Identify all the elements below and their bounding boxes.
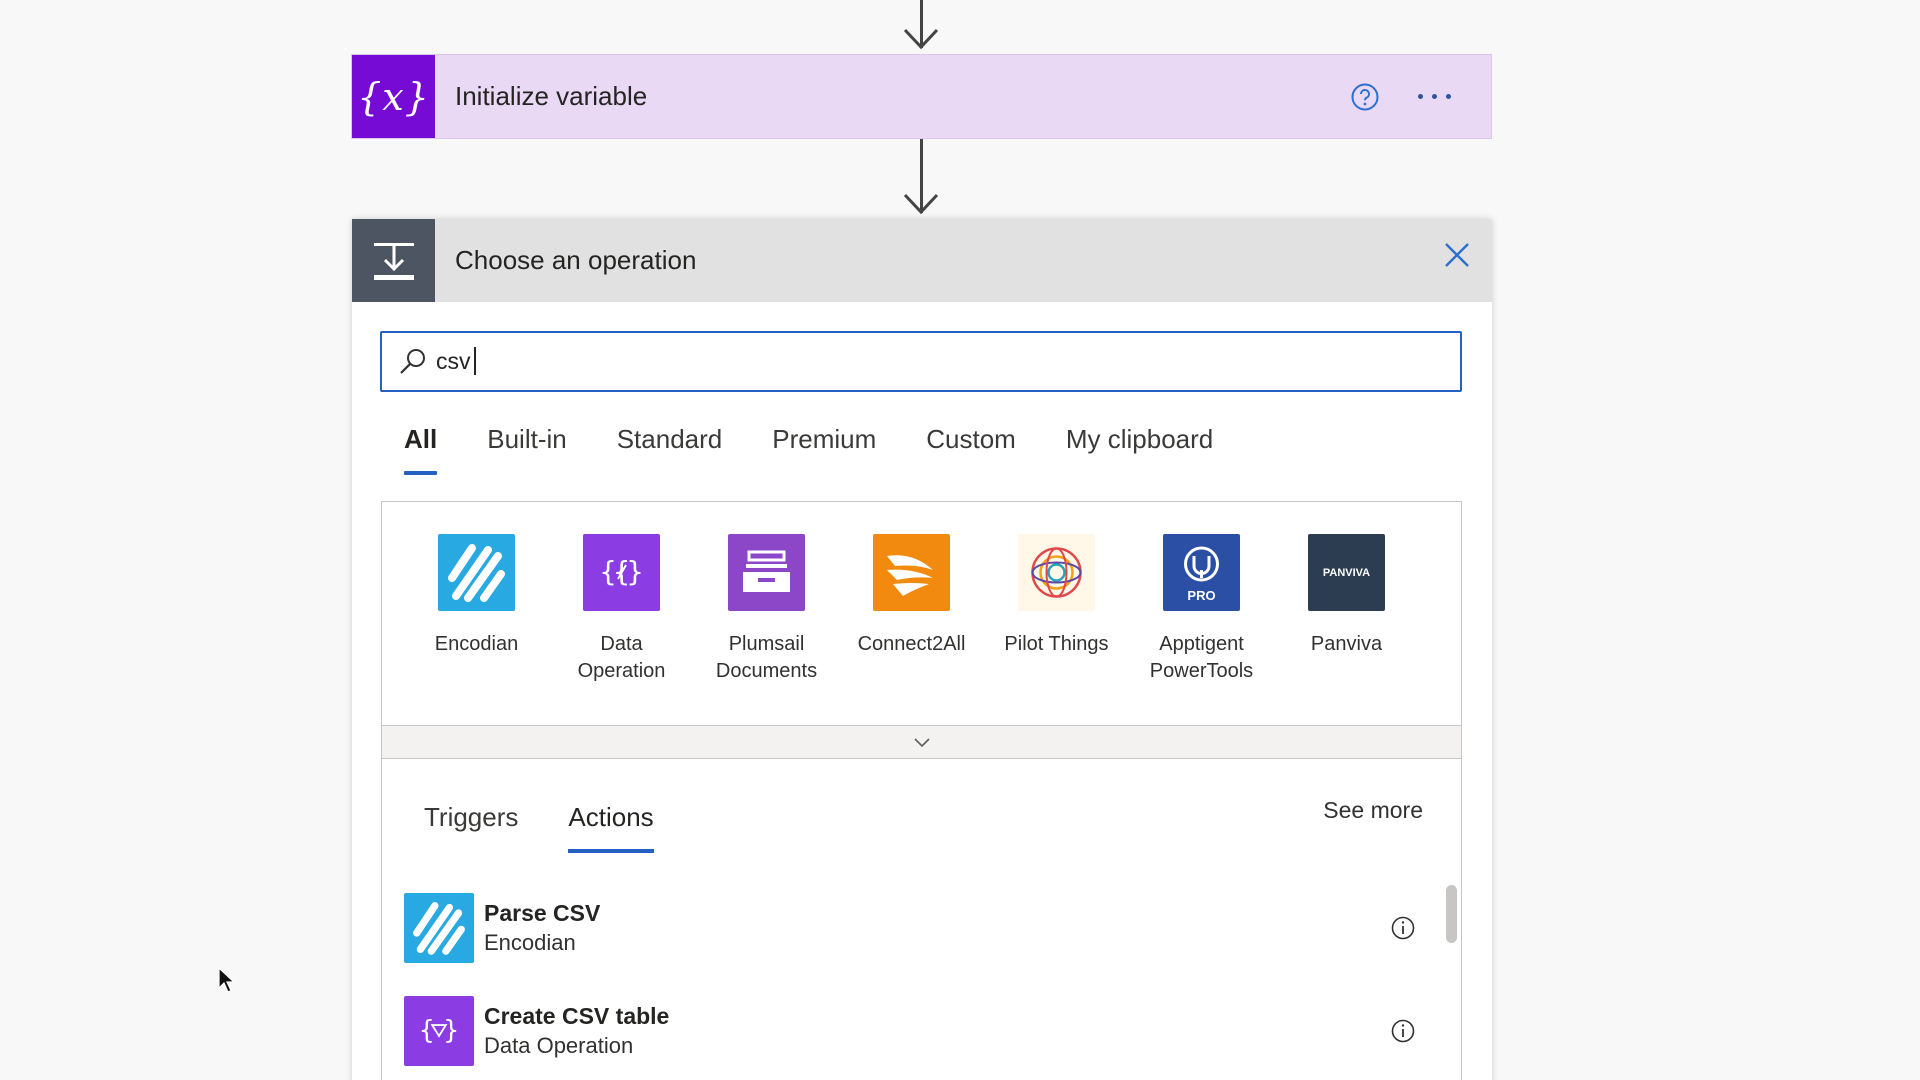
expand-connectors-toggle[interactable] (381, 725, 1462, 759)
panviva-logo-icon: PANVIVA (1308, 534, 1385, 611)
step-title: Initialize variable (455, 81, 648, 111)
encodian-logo-icon (404, 893, 474, 963)
connector-pilot-things[interactable]: Pilot Things (984, 534, 1129, 685)
data-operation-icon: { } (404, 996, 474, 1066)
connector-panviva[interactable]: PANVIVA Panviva (1274, 534, 1419, 685)
connector-label: Data Operation (577, 633, 666, 682)
svg-text:{: { (419, 1016, 435, 1046)
connector-label: Pilot Things (1004, 633, 1109, 655)
encodian-logo-icon (438, 534, 515, 611)
svg-text:{: { (599, 555, 617, 588)
svg-text:PRO: PRO (1187, 588, 1215, 603)
connector-gallery: Encodian { } { Data Operation (381, 501, 1462, 726)
tab-my-clipboard[interactable]: My clipboard (1066, 424, 1213, 471)
info-icon[interactable] (1390, 1018, 1416, 1044)
apptigent-logo-icon: PRO (1163, 534, 1240, 611)
initialize-variable-step[interactable]: {x} Initialize variable (351, 54, 1492, 139)
mouse-cursor-icon (218, 966, 236, 993)
panel-title: Choose an operation (455, 245, 697, 275)
see-more-link[interactable]: See more (1323, 797, 1423, 824)
close-icon[interactable] (1442, 240, 1472, 270)
action-item-parse-csv[interactable]: Parse CSV Encodian (404, 893, 1424, 963)
search-input[interactable] (436, 348, 1336, 375)
action-name: Create CSV table (484, 1002, 670, 1029)
results-section: Triggers Actions See more Parse CSV Enco… (381, 759, 1462, 1080)
chevron-down-icon (913, 738, 930, 748)
results-scrollbar[interactable] (1446, 885, 1457, 943)
connector-label: Connect2All (857, 633, 966, 655)
connector-plumsail-documents[interactable]: Plumsail Documents (694, 534, 839, 685)
search-icon (400, 348, 425, 374)
data-operation-icon: { } { (583, 534, 660, 611)
variable-braces-icon: {x} (352, 55, 435, 138)
category-tabs: All Built-in Standard Premium Custom My … (404, 424, 1263, 475)
tab-built-in[interactable]: Built-in (487, 424, 566, 471)
connector-label: Plumsail Documents (715, 633, 818, 682)
search-box[interactable] (380, 331, 1462, 392)
more-options-icon[interactable] (1418, 94, 1451, 99)
tab-custom[interactable]: Custom (926, 424, 1016, 471)
operation-insert-icon (352, 219, 435, 302)
connector-data-operation[interactable]: { } { Data Operation (549, 534, 694, 685)
tab-triggers[interactable]: Triggers (424, 802, 518, 849)
connector-connect2all[interactable]: Connect2All (839, 534, 984, 685)
help-icon[interactable] (1350, 82, 1380, 112)
connect2all-logo-icon (873, 534, 950, 611)
svg-text:PANVIVA: PANVIVA (1323, 567, 1370, 579)
tab-all[interactable]: All (404, 424, 438, 475)
result-tabs: Triggers Actions (424, 802, 704, 853)
tab-premium[interactable]: Premium (772, 424, 876, 471)
action-name: Parse CSV (484, 899, 601, 926)
action-connector: Encodian (484, 929, 576, 955)
svg-text:}: } (443, 1016, 459, 1046)
plumsail-logo-icon (728, 534, 805, 611)
tab-standard[interactable]: Standard (617, 424, 723, 471)
pilot-things-logo-icon (1018, 534, 1095, 611)
choose-operation-panel: Choose an operation All Built-in Standar… (352, 219, 1492, 1080)
operation-header: Choose an operation (352, 219, 1492, 302)
text-caret (474, 347, 476, 375)
tab-actions[interactable]: Actions (568, 802, 654, 853)
connector-encodian[interactable]: Encodian (404, 534, 549, 685)
action-item-create-csv-table[interactable]: { } Create CSV table Data Operation (404, 996, 1424, 1066)
connector-label: Encodian (434, 633, 519, 655)
connector-label: Panviva (1310, 633, 1383, 655)
info-icon[interactable] (1390, 915, 1416, 941)
connector-apptigent-powertools[interactable]: PRO Apptigent PowerTools (1129, 534, 1274, 685)
action-connector: Data Operation (484, 1032, 634, 1058)
connector-label: Apptigent PowerTools (1149, 633, 1254, 682)
svg-text:}: } (626, 555, 644, 588)
